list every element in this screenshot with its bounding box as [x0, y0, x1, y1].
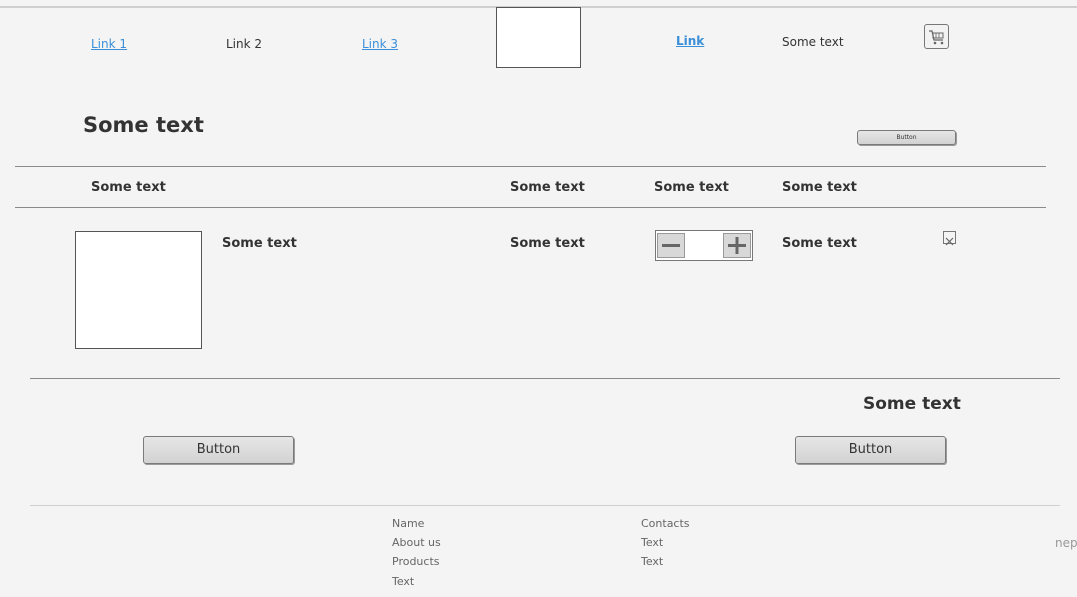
logo-placeholder: [496, 7, 581, 68]
footer-col2-item: Text: [641, 555, 664, 568]
nav-text: Some text: [782, 35, 844, 49]
table-header-divider: [15, 207, 1046, 208]
nav-item-2[interactable]: Link 2: [226, 37, 262, 51]
order-total: Some text: [863, 394, 961, 414]
page-title: Some text: [83, 113, 204, 137]
header-button[interactable]: Button: [857, 130, 956, 145]
nav-link-4[interactable]: Link: [676, 34, 704, 48]
quantity-stepper[interactable]: [655, 230, 753, 261]
footer-divider: [30, 505, 1060, 506]
footer-col1-item: Name: [392, 517, 425, 530]
product-name: Some text: [222, 236, 297, 251]
footer-link-contacts[interactable]: Contacts: [641, 517, 690, 530]
column-header-price: Some text: [510, 180, 585, 195]
column-header-total: Some text: [782, 180, 857, 195]
row-total: Some text: [782, 236, 857, 251]
clipped-edge-text: nep: [1055, 536, 1077, 550]
product-image: [75, 231, 202, 349]
nav-link-3[interactable]: Link 3: [362, 37, 398, 51]
close-icon[interactable]: [943, 231, 956, 246]
column-header-quantity: Some text: [654, 180, 729, 195]
cart-icon[interactable]: [924, 24, 949, 49]
summary-divider: [30, 378, 1060, 379]
footer-col2-item: Text: [641, 536, 664, 549]
footer-link-products[interactable]: Products: [392, 555, 440, 568]
left-action-button[interactable]: Button: [143, 436, 294, 464]
nav-link-1[interactable]: Link 1: [91, 37, 127, 51]
plus-icon[interactable]: [723, 233, 751, 258]
table-top-divider: [15, 166, 1046, 167]
footer-col1-item: Text: [392, 575, 415, 588]
right-action-button[interactable]: Button: [795, 436, 946, 464]
minus-icon[interactable]: [657, 233, 685, 258]
column-header-product: Some text: [91, 180, 166, 195]
product-price: Some text: [510, 236, 585, 251]
footer-link-about[interactable]: About us: [392, 536, 441, 549]
